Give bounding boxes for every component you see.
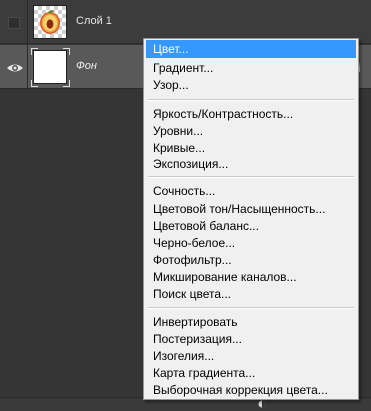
- adjustment-layer-icon[interactable]: [258, 400, 266, 408]
- menu-item-photo-filter[interactable]: Фотофильтр...: [146, 251, 356, 269]
- selection-corner: [63, 48, 70, 55]
- menu-item-posterize[interactable]: Постеризация...: [146, 330, 356, 348]
- menu-item-color-balance[interactable]: Цветовой баланс...: [146, 217, 356, 235]
- peach-icon: [40, 10, 60, 34]
- menu-item-gradient[interactable]: Градиент...: [146, 59, 356, 77]
- menu-separator: [148, 307, 354, 309]
- menu-separator: [148, 99, 354, 101]
- menu-item-brightness-contrast[interactable]: Яркость/Контрастность...: [146, 105, 356, 123]
- adjustment-layer-menu: Цвет... Градиент... Узор... Яркость/Конт…: [143, 38, 359, 400]
- selection-corner: [63, 80, 70, 87]
- layer-name-label: Слой 1: [76, 15, 112, 27]
- visibility-toggle-off[interactable]: [8, 17, 20, 29]
- layer-name-label: Фон: [76, 60, 97, 72]
- menu-item-vibrance[interactable]: Сочность...: [146, 182, 356, 200]
- menu-item-invert[interactable]: Инвертировать: [146, 313, 356, 331]
- selection-corner: [31, 48, 38, 55]
- menu-separator: [148, 176, 354, 178]
- menu-item-selective-color[interactable]: Выборочная коррекция цвета...: [146, 381, 356, 399]
- menu-item-hue-saturation[interactable]: Цветовой тон/Насыщенность...: [146, 200, 356, 218]
- selection-corner: [31, 80, 38, 87]
- menu-item-levels[interactable]: Уровни...: [146, 122, 356, 140]
- menu-item-gradient-map[interactable]: Карта градиента...: [146, 364, 356, 382]
- menu-item-channel-mixer[interactable]: Микширование каналов...: [146, 268, 356, 286]
- menu-item-exposure[interactable]: Экспозиция...: [146, 155, 356, 173]
- menu-item-pattern[interactable]: Узор...: [146, 76, 356, 94]
- menu-item-color-fill[interactable]: Цвет...: [146, 40, 356, 58]
- layer-thumbnail[interactable]: [33, 5, 67, 39]
- menu-item-black-white[interactable]: Черно-белое...: [146, 234, 356, 252]
- column-divider: [27, 45, 28, 89]
- column-divider: [27, 0, 28, 44]
- menu-item-color-lookup[interactable]: Поиск цвета...: [146, 285, 356, 303]
- eye-icon[interactable]: [5, 58, 25, 78]
- menu-item-threshold[interactable]: Изогелия...: [146, 347, 356, 365]
- layer-thumbnail[interactable]: [33, 50, 67, 84]
